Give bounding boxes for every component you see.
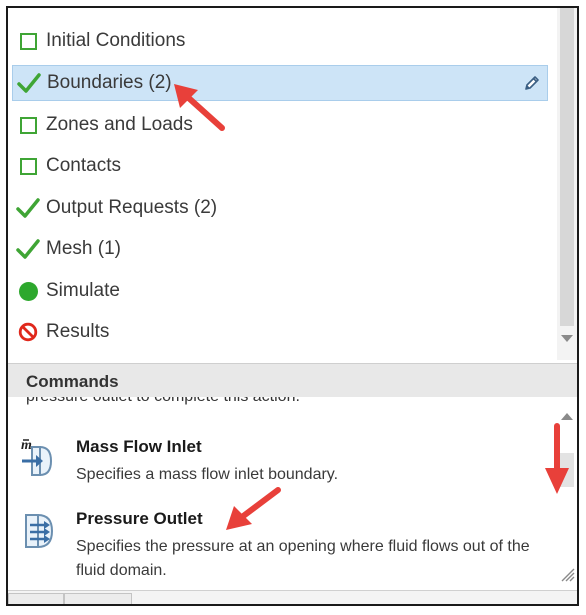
prohibited-icon [16,320,40,344]
bottom-tab[interactable] [8,593,64,604]
checkmark-icon [17,71,41,95]
bottom-tab[interactable] [64,593,132,604]
scroll-up-arrow-icon[interactable] [561,413,573,420]
tree-item-output-requests[interactable]: Output Requests (2) [12,190,548,226]
scroll-down-arrow-icon[interactable] [561,335,573,342]
command-mass-flow-inlet[interactable]: m Mass Flow Inlet Specifies a mass flow … [16,437,536,487]
tree-item-label: Initial Conditions [46,30,186,51]
checkmark-icon [16,196,40,220]
tree-item-label: Simulate [46,280,120,301]
tree-item-boundaries[interactable]: Boundaries (2) [12,65,548,101]
checkmark-icon [16,237,40,261]
tree-item-initial-conditions[interactable]: Initial Conditions [12,23,548,59]
tree-item-mesh[interactable]: Mesh (1) [12,231,548,267]
incomplete-box-icon [16,154,40,178]
tree-item-label: Output Requests (2) [46,197,218,218]
tree-item-label: Mesh (1) [46,238,121,259]
commands-scrollbar-thumb[interactable] [560,453,574,487]
incomplete-box-icon [16,113,40,137]
tree-item-results[interactable]: Results [12,314,548,350]
pressure-outlet-icon [20,509,56,549]
tree-item-label: Results [46,321,110,342]
command-title: Mass Flow Inlet [76,437,202,456]
green-dot-icon [16,279,40,303]
tree-scrollbar[interactable] [557,8,577,360]
workflow-tree: Initial Conditions Boundaries (2) Zones … [8,8,554,360]
truncated-description: pressure outlet to complete this action. [26,397,300,406]
pencil-edit-icon[interactable] [523,74,541,97]
tree-item-contacts[interactable]: Contacts [12,148,548,184]
tree-item-label: Boundaries (2) [47,72,172,93]
commands-header-label: Commands [26,372,119,391]
command-pressure-outlet[interactable]: Pressure Outlet Specifies the pressure a… [16,509,536,584]
command-title: Pressure Outlet [76,509,203,528]
incomplete-box-icon [16,29,40,53]
tree-item-simulate[interactable]: Simulate [12,273,548,309]
bottom-tab-strip [8,590,577,604]
command-description: Specifies a mass flow inlet boundary. [76,466,339,483]
tree-item-label: Contacts [46,155,121,176]
tree-item-label: Zones and Loads [46,114,193,135]
commands-list: pressure outlet to complete this action.… [8,397,577,587]
commands-scrollbar[interactable] [557,403,577,588]
tree-item-zones-and-loads[interactable]: Zones and Loads [12,107,548,143]
resize-grip-icon[interactable] [561,568,575,587]
command-description: Specifies the pressure at an opening whe… [76,538,530,579]
tree-scrollbar-thumb[interactable] [560,8,574,326]
commands-header: Commands [8,363,577,397]
panel-frame: Initial Conditions Boundaries (2) Zones … [6,6,579,606]
mass-flow-inlet-icon: m [20,437,56,477]
